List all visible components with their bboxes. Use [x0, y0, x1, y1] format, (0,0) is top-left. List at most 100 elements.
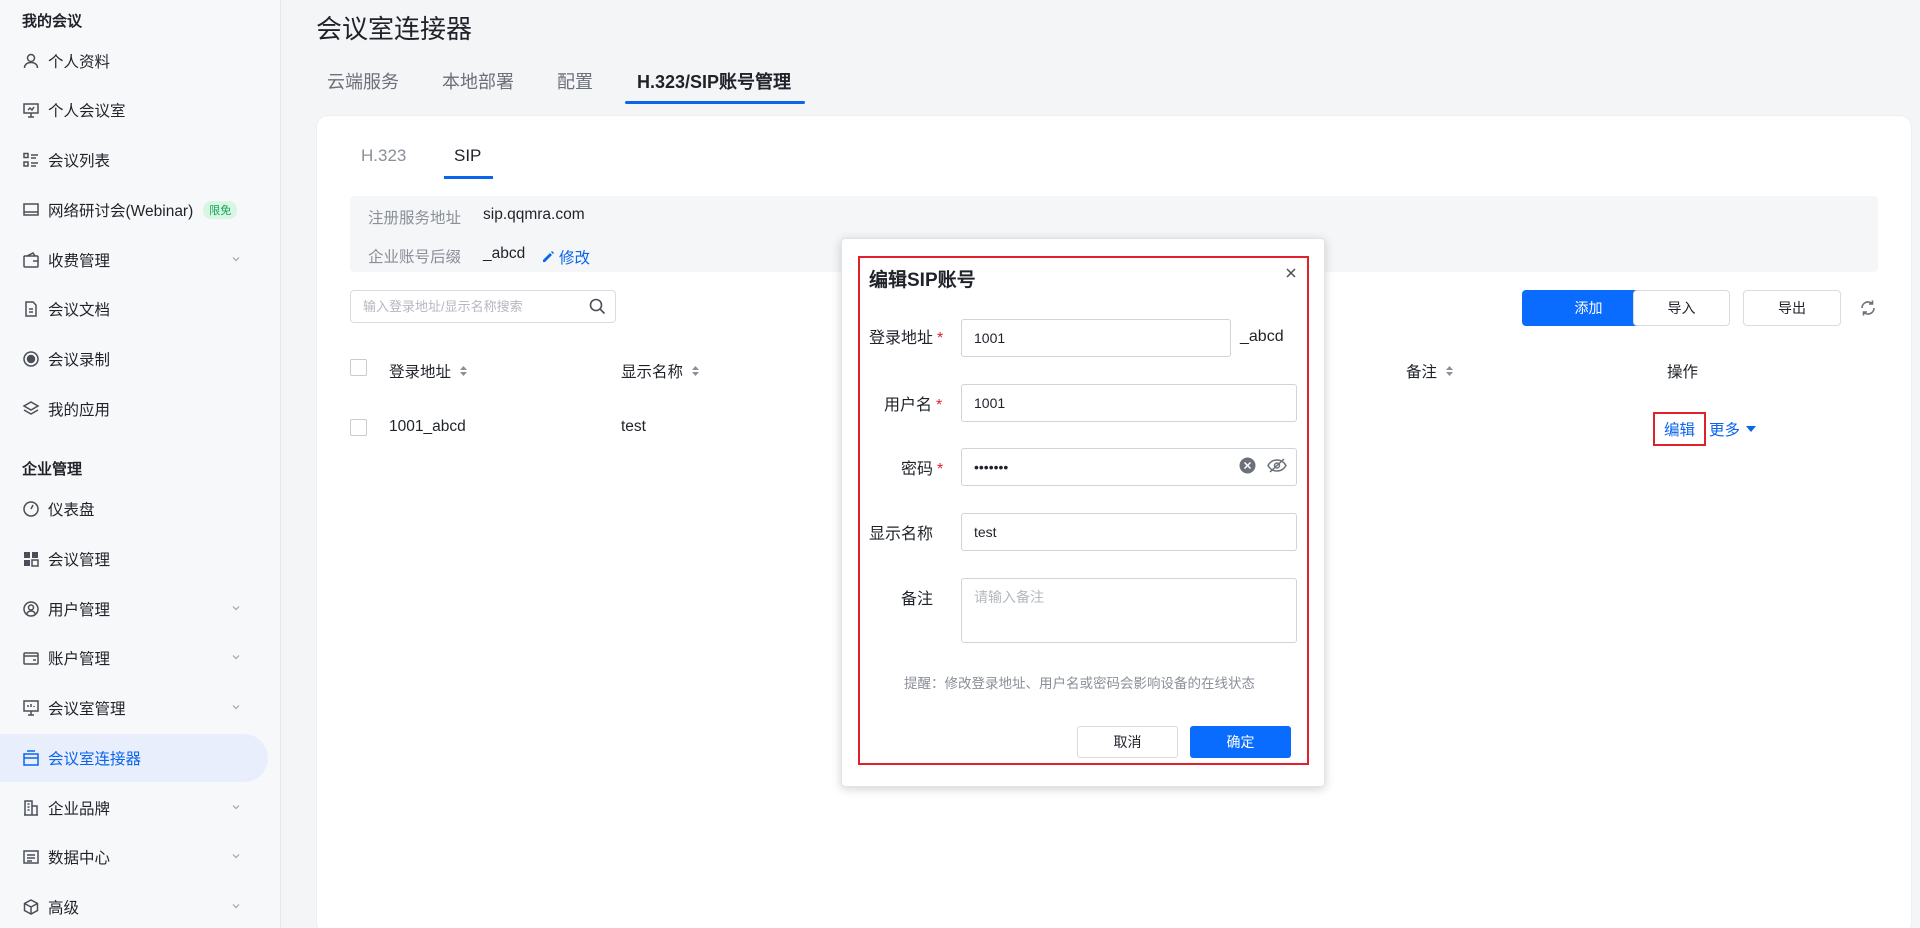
sidebar-item-room-mgmt[interactable]: 会议室管理 [0, 684, 268, 732]
search-box [350, 290, 616, 323]
section-title-my-meetings: 我的会议 [22, 13, 83, 30]
sidebar-item-label: 会议管理 [48, 552, 111, 569]
server-address-value: sip.qqmra.com [483, 206, 585, 223]
chevron-down-icon [232, 257, 240, 262]
login-address-label: 登录地址 * [869, 330, 944, 347]
column-header-remark[interactable]: 备注 [1406, 360, 1454, 382]
cell-login-address: 1001_abcd [389, 418, 466, 435]
chevron-down-icon [232, 705, 240, 710]
login-address-field [961, 319, 1231, 357]
sidebar-item-meeting-mgmt[interactable]: 会议管理 [0, 535, 268, 583]
import-button[interactable]: 导入 [1633, 290, 1730, 326]
modify-label: 修改 [559, 250, 591, 267]
display-name-input[interactable] [962, 514, 1296, 550]
active-subtab-indicator [444, 176, 493, 179]
more-label: 更多 [1709, 422, 1741, 439]
sidebar-item-label: 高级 [48, 900, 80, 917]
sidebar-item-room-connector[interactable]: 会议室连接器 [0, 734, 268, 782]
building-icon [22, 799, 40, 817]
section-title-enterprise: 企业管理 [22, 461, 83, 478]
subtab-sip[interactable]: SIP [454, 146, 481, 166]
sidebar-item-meeting-list[interactable]: 会议列表 [0, 136, 268, 184]
username-input[interactable] [962, 385, 1296, 421]
tab-cloud-service[interactable]: 云端服务 [327, 68, 399, 94]
search-input[interactable] [351, 291, 571, 322]
search-icon[interactable] [589, 298, 606, 315]
sidebar-item-billing[interactable]: 收费管理 [0, 236, 268, 284]
tab-config[interactable]: 配置 [557, 68, 593, 94]
account-suffix-label: 企业账号后缀 [368, 249, 462, 266]
sidebar-item-label: 会议列表 [48, 153, 111, 170]
column-header-login[interactable]: 登录地址 [389, 360, 468, 382]
row-checkbox[interactable] [350, 419, 367, 436]
sidebar-item-label: 仪表盘 [48, 502, 95, 519]
data-icon [22, 848, 40, 866]
column-header-actions: 操作 [1667, 360, 1698, 382]
tab-h323-sip-accounts[interactable]: H.323/SIP账号管理 [637, 68, 791, 94]
account-icon [22, 649, 40, 667]
user-circle-icon [22, 600, 40, 618]
sidebar-item-webinar[interactable]: 网络研讨会(Webinar) 限免 [0, 186, 268, 234]
column-header-display[interactable]: 显示名称 [621, 360, 700, 382]
connector-icon [22, 749, 40, 767]
free-badge: 限免 [203, 201, 238, 219]
chevron-down-icon [232, 655, 240, 660]
password-input[interactable] [962, 449, 1192, 485]
sidebar-item-label: 网络研讨会(Webinar) [48, 203, 194, 220]
username-field [961, 384, 1297, 422]
row-more-dropdown[interactable]: 更多 [1709, 418, 1757, 440]
sidebar-item-personal-room[interactable]: 个人会议室 [0, 86, 268, 134]
dialog-title: 编辑SIP账号 [869, 270, 976, 291]
tab-local-deploy[interactable]: 本地部署 [442, 68, 514, 94]
sidebar-item-my-apps[interactable]: 我的应用 [0, 385, 268, 433]
clear-icon[interactable] [1239, 457, 1256, 474]
sidebar-item-label: 会议录制 [48, 352, 111, 369]
remark-textarea[interactable] [962, 579, 1296, 639]
confirm-button[interactable]: 确定 [1190, 726, 1291, 758]
sidebar-item-account-mgmt[interactable]: 账户管理 [0, 634, 268, 682]
sidebar-item-label: 会议文档 [48, 302, 111, 319]
login-address-input[interactable] [962, 320, 1230, 356]
eye-off-icon[interactable] [1267, 457, 1287, 474]
chevron-down-icon [232, 606, 240, 611]
header-label: 操作 [1667, 364, 1699, 381]
record-icon [22, 350, 40, 368]
display-name-label: 显示名称 [869, 526, 934, 543]
sidebar-item-dashboard[interactable]: 仪表盘 [0, 485, 268, 533]
user-icon [22, 52, 40, 70]
sidebar-item-advanced[interactable]: 高级 [0, 883, 268, 928]
account-suffix-value: _abcd [483, 245, 526, 262]
sidebar-item-label: 会议室管理 [48, 701, 126, 718]
cancel-button[interactable]: 取消 [1077, 726, 1178, 758]
header-label: 登录地址 [389, 364, 452, 381]
list-icon [22, 151, 40, 169]
sidebar-item-user-mgmt[interactable]: 用户管理 [0, 585, 268, 633]
subtab-h323[interactable]: H.323 [361, 146, 406, 166]
sidebar-item-label: 收费管理 [48, 253, 111, 270]
sidebar-item-label: 企业品牌 [48, 801, 111, 818]
sidebar: 我的会议 个人资料 个人会议室 会议列表 网络研讨会(Webinar) 限免 收… [0, 0, 281, 928]
close-icon[interactable] [1284, 266, 1298, 280]
room-icon [22, 699, 40, 717]
chevron-down-icon [232, 805, 240, 810]
sidebar-item-label: 个人资料 [48, 54, 111, 71]
sidebar-item-label: 我的应用 [48, 402, 111, 419]
sidebar-item-label: 个人会议室 [48, 103, 126, 120]
sidebar-item-profile[interactable]: 个人资料 [0, 37, 268, 85]
header-label: 备注 [1406, 364, 1438, 381]
export-button[interactable]: 导出 [1743, 290, 1841, 326]
sidebar-item-recording[interactable]: 会议录制 [0, 335, 268, 383]
refresh-icon[interactable] [1859, 299, 1877, 317]
modify-suffix-link[interactable]: 修改 [541, 246, 590, 268]
sidebar-item-branding[interactable]: 企业品牌 [0, 784, 268, 832]
sidebar-item-documents[interactable]: 会议文档 [0, 285, 268, 333]
row-edit-button[interactable]: 编辑 [1653, 412, 1706, 446]
sidebar-item-label: 会议室连接器 [48, 751, 142, 768]
sidebar-item-data-center[interactable]: 数据中心 [0, 833, 268, 881]
active-tab-indicator [625, 101, 805, 104]
select-all-checkbox[interactable] [350, 359, 367, 376]
sidebar-item-label: 数据中心 [48, 850, 111, 867]
presentation-icon [22, 101, 40, 119]
remark-field [961, 578, 1297, 643]
layers-icon [22, 400, 40, 418]
